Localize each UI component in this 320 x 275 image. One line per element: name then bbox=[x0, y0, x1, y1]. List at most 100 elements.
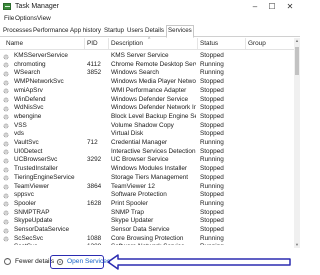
tab-users[interactable]: Users bbox=[126, 26, 144, 36]
sort-arrow-icon: ^ bbox=[148, 37, 151, 43]
service-gear-icon bbox=[3, 88, 9, 94]
cell-description: WMI Performance Adapter bbox=[111, 86, 187, 94]
service-gear-icon bbox=[3, 219, 9, 225]
cell-name: WdNisSvc bbox=[14, 104, 44, 112]
cell-pid: 3292 bbox=[87, 156, 102, 164]
cell-name: sppsvc bbox=[14, 191, 34, 199]
table-row[interactable]: sppsvc Software Protection Stopped bbox=[0, 191, 294, 200]
table-row[interactable]: ScSecSvc 1088 Core Browsing Protection Runn… bbox=[0, 235, 294, 244]
column-group[interactable]: Group bbox=[248, 40, 266, 47]
cell-status: Running bbox=[200, 182, 224, 190]
service-gear-icon bbox=[3, 158, 9, 164]
cell-status: Stopped bbox=[200, 112, 224, 120]
column-pid[interactable]: PID bbox=[87, 40, 98, 47]
service-gear-icon bbox=[3, 132, 9, 138]
cell-description: Windows Defender Service bbox=[111, 95, 189, 103]
menu-view[interactable]: View bbox=[37, 15, 51, 22]
services-list[interactable]: KMSServerService KMS Server Service Stoppe… bbox=[0, 52, 294, 245]
tab-services[interactable]: Services bbox=[166, 25, 194, 38]
close-button[interactable]: ✕ bbox=[281, 1, 299, 13]
tab-startup[interactable]: Startup bbox=[103, 26, 125, 36]
column-status[interactable]: Status bbox=[200, 40, 218, 47]
service-gear-icon bbox=[3, 80, 9, 86]
cell-name: SkypeUpdate bbox=[14, 217, 53, 225]
column-divider[interactable] bbox=[197, 38, 198, 49]
cell-pid: 1628 bbox=[87, 199, 102, 207]
cell-status: Stopped bbox=[200, 173, 224, 181]
cell-pid: 3852 bbox=[87, 69, 102, 77]
cell-status: Running bbox=[200, 234, 224, 242]
table-row[interactable]: UCBrowserSvc 3292 UC Browser Service Runnin… bbox=[0, 156, 294, 165]
cell-name: TrustedInstaller bbox=[14, 165, 58, 173]
table-row[interactable]: TrustedInstaller Windows Modules Installe… bbox=[0, 165, 294, 174]
table-row[interactable]: VaultSvc 712 Credential Manager Running bbox=[0, 139, 294, 148]
tab-details[interactable]: Details bbox=[144, 26, 165, 36]
maximize-button[interactable]: ☐ bbox=[263, 1, 281, 13]
column-divider[interactable] bbox=[108, 38, 109, 49]
table-row[interactable]: wmiApSrv WMI Performance Adapter Stopped bbox=[0, 87, 294, 96]
service-gear-icon bbox=[3, 184, 9, 190]
cell-status: Stopped bbox=[200, 121, 224, 129]
cell-description: Windows Defender Network Insp... bbox=[111, 104, 196, 112]
table-row[interactable]: UI0Detect Interactive Services Detection S… bbox=[0, 148, 294, 157]
cell-name: VaultSvc bbox=[14, 139, 39, 146]
service-gear-icon bbox=[3, 114, 9, 120]
table-row[interactable]: vds Virtual Disk Stopped bbox=[0, 130, 294, 139]
annotation-highlight-box bbox=[50, 255, 104, 269]
table-row[interactable]: VSS Volume Shadow Copy Stopped bbox=[0, 122, 294, 131]
service-gear-icon bbox=[3, 201, 9, 207]
table-row[interactable]: SensorDataService Sensor Data Service Stop… bbox=[0, 226, 294, 235]
table-row[interactable]: SNMPTRAP SNMP Trap Stopped bbox=[0, 209, 294, 218]
table-row[interactable]: TieringEngineService Storage Tiers Manage… bbox=[0, 174, 294, 183]
table-row[interactable]: TeamViewer 3864 TeamViewer 12 Running bbox=[0, 183, 294, 192]
cell-description: Interactive Services Detection bbox=[111, 147, 196, 155]
vertical-scrollbar[interactable]: ▲ ▼ bbox=[294, 38, 300, 248]
table-row[interactable]: WMPNetworkSvc Windows Media Player Networ… bbox=[0, 78, 294, 87]
scrollbar-thumb[interactable] bbox=[295, 47, 299, 75]
column-description[interactable]: Description bbox=[111, 40, 143, 47]
table-row[interactable]: WSearch 3852 Windows Search Running bbox=[0, 69, 294, 78]
cell-status: Running bbox=[200, 199, 224, 207]
tab-processes[interactable]: Processes bbox=[2, 26, 33, 36]
menu-options[interactable]: Options bbox=[15, 15, 37, 22]
cell-name: KMSServerService bbox=[14, 52, 68, 59]
scroll-up-icon[interactable]: ▲ bbox=[294, 38, 300, 44]
fewer-details-link[interactable]: Fewer details bbox=[15, 258, 54, 265]
service-gear-icon bbox=[3, 123, 9, 129]
table-row[interactable]: KMSServerService KMS Server Service Stoppe… bbox=[0, 52, 294, 61]
column-divider[interactable] bbox=[84, 38, 85, 49]
cell-description: Windows Search bbox=[111, 69, 159, 77]
minimize-button[interactable]: – bbox=[246, 1, 264, 13]
service-gear-icon bbox=[3, 175, 9, 181]
table-row[interactable]: Spooler 1628 Print Spooler Running bbox=[0, 200, 294, 209]
annotation-arrow-icon bbox=[107, 254, 291, 270]
cell-name: UCBrowserSvc bbox=[14, 156, 58, 164]
table-row[interactable]: wbengine Block Level Backup Engine Servic… bbox=[0, 113, 294, 122]
cell-name: SensorDataService bbox=[14, 226, 70, 233]
table-row[interactable]: SkypeUpdate Skype Updater Stopped bbox=[0, 217, 294, 226]
column-name[interactable]: Name bbox=[6, 40, 23, 47]
cell-status: Stopped bbox=[200, 147, 224, 155]
tab-performance[interactable]: Performance bbox=[32, 26, 69, 36]
table-row[interactable]: WdNisSvc Windows Defender Network Insp...… bbox=[0, 104, 294, 113]
chevron-up-circle-icon[interactable]: ⌃ bbox=[4, 258, 11, 265]
table-row[interactable]: WinDefend Windows Defender Service Stopped bbox=[0, 96, 294, 105]
service-gear-icon bbox=[3, 236, 9, 242]
cell-name: SNMPTRAP bbox=[14, 208, 50, 216]
cell-name: vds bbox=[14, 130, 24, 138]
cell-description: Storage Tiers Management bbox=[111, 173, 189, 181]
cell-status: Running bbox=[200, 69, 224, 77]
table-row[interactable]: ScetSvc1288 Software Network Service Runni… bbox=[0, 243, 294, 245]
menu-file[interactable]: File bbox=[4, 15, 14, 22]
table-row[interactable]: chromoting 4112 Chrome Remote Desktop Serv… bbox=[0, 61, 294, 70]
cell-description: KMS Server Service bbox=[111, 52, 169, 59]
menu-bar: File Options View bbox=[0, 14, 300, 24]
tab-app-history[interactable]: App history bbox=[69, 26, 102, 36]
cell-description: Software Protection bbox=[111, 191, 167, 199]
cell-status: Stopped bbox=[200, 191, 224, 199]
scroll-down-icon[interactable]: ▼ bbox=[294, 242, 300, 248]
column-divider[interactable] bbox=[245, 38, 246, 49]
cell-description: Block Level Backup Engine Service bbox=[111, 112, 196, 120]
cell-description: TeamViewer 12 bbox=[111, 182, 155, 190]
cell-status: Stopped bbox=[200, 217, 224, 225]
